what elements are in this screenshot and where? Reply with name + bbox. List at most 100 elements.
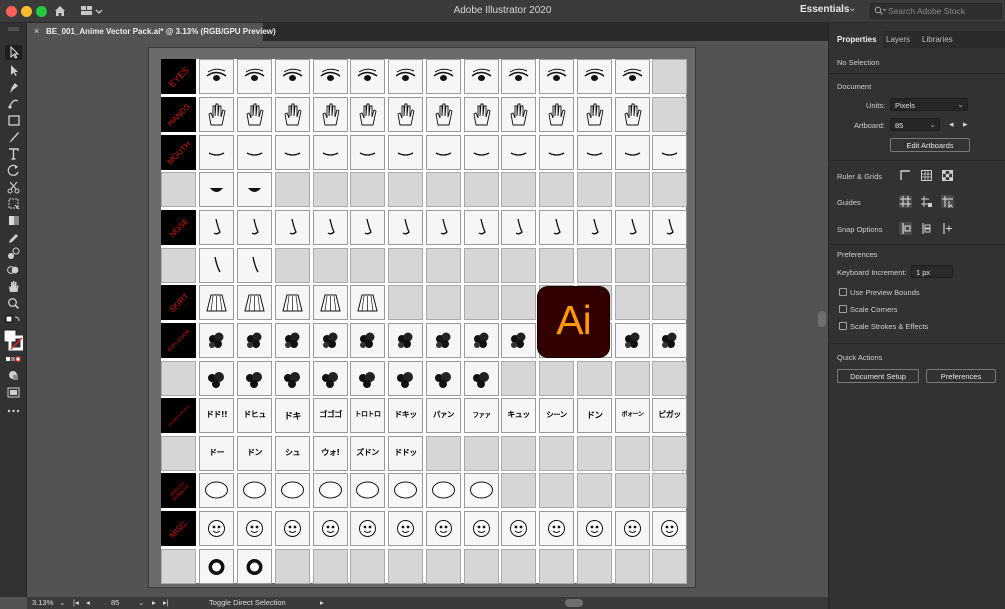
maximize-window-button[interactable] — [36, 6, 47, 17]
asset-tile[interactable] — [237, 210, 272, 245]
asset-tile[interactable] — [350, 473, 385, 508]
asset-tile[interactable] — [577, 210, 612, 245]
asset-tile[interactable] — [350, 285, 385, 320]
asset-tile[interactable]: ドン — [237, 436, 272, 471]
default-fill-stroke-icon[interactable] — [5, 315, 22, 330]
asset-tile[interactable]: ドド!! — [199, 398, 234, 433]
asset-tile[interactable] — [313, 97, 348, 132]
asset-tile[interactable] — [577, 97, 612, 132]
asset-tile[interactable] — [464, 97, 499, 132]
artboard[interactable]: EYES HANDS MOUTH NOSE SKIRT EXPLOSION ON… — [161, 59, 687, 584]
transparency-grid-icon[interactable] — [941, 169, 954, 182]
asset-tile[interactable] — [464, 323, 499, 358]
asset-tile[interactable] — [501, 323, 536, 358]
shape-builder-tool[interactable] — [5, 263, 22, 278]
asset-tile[interactable] — [577, 59, 612, 94]
asset-tile[interactable] — [350, 210, 385, 245]
drawing-modes-icon[interactable] — [5, 368, 22, 383]
asset-tile[interactable] — [237, 473, 272, 508]
asset-tile[interactable] — [539, 97, 574, 132]
next-artboard-icon[interactable]: ▸ — [963, 119, 968, 130]
asset-tile[interactable] — [275, 135, 310, 170]
asset-tile[interactable]: ゴゴゴ — [313, 398, 348, 433]
asset-tile[interactable] — [237, 135, 272, 170]
asset-tile[interactable]: シュ — [275, 436, 310, 471]
rotate-tool[interactable] — [5, 163, 22, 178]
tools-panel-grip[interactable] — [5, 25, 22, 40]
asset-tile[interactable] — [464, 135, 499, 170]
hand-tool[interactable] — [5, 279, 22, 294]
asset-tile[interactable] — [426, 361, 461, 396]
snap-to-grid-icon[interactable] — [920, 222, 933, 235]
asset-tile[interactable] — [501, 135, 536, 170]
asset-tile[interactable] — [275, 59, 310, 94]
horizontal-scroll-thumb[interactable] — [565, 599, 583, 607]
ruler-icon[interactable] — [899, 169, 912, 182]
asset-tile[interactable] — [615, 210, 650, 245]
asset-tile[interactable] — [313, 135, 348, 170]
asset-tile[interactable] — [388, 97, 423, 132]
snap-to-point-icon[interactable] — [899, 222, 912, 235]
asset-tile[interactable] — [388, 323, 423, 358]
eyedropper-tool[interactable] — [5, 230, 22, 245]
first-artboard-icon[interactable]: |◂ — [73, 598, 79, 607]
more-tools-icon[interactable] — [5, 403, 22, 418]
asset-tile[interactable] — [237, 59, 272, 94]
paintbrush-tool[interactable] — [5, 130, 22, 145]
use-preview-bounds-checkbox[interactable] — [839, 288, 847, 296]
tab-layers[interactable]: Layers — [886, 31, 910, 48]
asset-tile[interactable] — [199, 172, 234, 207]
tab-properties[interactable]: Properties — [829, 31, 883, 48]
asset-tile[interactable] — [350, 135, 385, 170]
asset-tile[interactable] — [501, 511, 536, 546]
asset-tile[interactable] — [237, 511, 272, 546]
asset-tile[interactable]: ビガッ — [652, 398, 687, 433]
asset-tile[interactable] — [313, 473, 348, 508]
home-icon[interactable] — [53, 4, 67, 18]
asset-tile[interactable] — [350, 59, 385, 94]
asset-tile[interactable] — [275, 285, 310, 320]
selection-tool[interactable] — [5, 45, 22, 60]
asset-tile[interactable] — [539, 135, 574, 170]
asset-tile[interactable] — [426, 59, 461, 94]
asset-tile[interactable] — [652, 210, 687, 245]
vertical-scroll-thumb[interactable] — [818, 311, 826, 327]
asset-tile[interactable] — [237, 172, 272, 207]
asset-tile[interactable]: ドー — [199, 436, 234, 471]
asset-tile[interactable] — [615, 135, 650, 170]
next-artboard-nav-icon[interactable]: ▸ — [152, 598, 156, 607]
asset-tile[interactable] — [350, 97, 385, 132]
preferences-button[interactable]: Preferences — [926, 369, 996, 383]
direct-selection-tool[interactable] — [5, 63, 22, 78]
asset-tile[interactable] — [426, 323, 461, 358]
vertical-scrollbar[interactable] — [816, 41, 828, 597]
asset-tile[interactable] — [313, 323, 348, 358]
asset-tile[interactable] — [199, 210, 234, 245]
rectangle-tool[interactable] — [5, 113, 22, 128]
asset-tile[interactable] — [313, 285, 348, 320]
asset-tile[interactable] — [539, 210, 574, 245]
asset-tile[interactable] — [275, 97, 310, 132]
artboard-number[interactable]: 85 — [111, 598, 119, 607]
artboard-number-dropdown-icon[interactable]: ⌄ — [138, 598, 144, 607]
zoom-dropdown-icon[interactable]: ⌄ — [59, 598, 65, 607]
asset-tile[interactable] — [388, 135, 423, 170]
asset-tile[interactable]: ファァ — [464, 398, 499, 433]
asset-tile[interactable] — [237, 323, 272, 358]
asset-tile[interactable]: ドキ — [275, 398, 310, 433]
asset-tile[interactable] — [464, 511, 499, 546]
fill-stroke-swatches[interactable] — [3, 329, 24, 351]
keyboard-increment-input[interactable]: 1 px — [911, 265, 953, 278]
asset-tile[interactable] — [615, 59, 650, 94]
asset-tile[interactable]: ボォーン — [615, 398, 650, 433]
grid-icon[interactable] — [920, 169, 933, 182]
close-window-button[interactable] — [6, 6, 17, 17]
curvature-tool[interactable] — [5, 96, 22, 111]
asset-tile[interactable] — [275, 323, 310, 358]
asset-tile[interactable]: ズドン — [350, 436, 385, 471]
asset-tile[interactable] — [275, 361, 310, 396]
asset-tile[interactable] — [577, 511, 612, 546]
asset-tile[interactable] — [237, 361, 272, 396]
asset-tile[interactable] — [464, 473, 499, 508]
asset-tile[interactable] — [388, 511, 423, 546]
